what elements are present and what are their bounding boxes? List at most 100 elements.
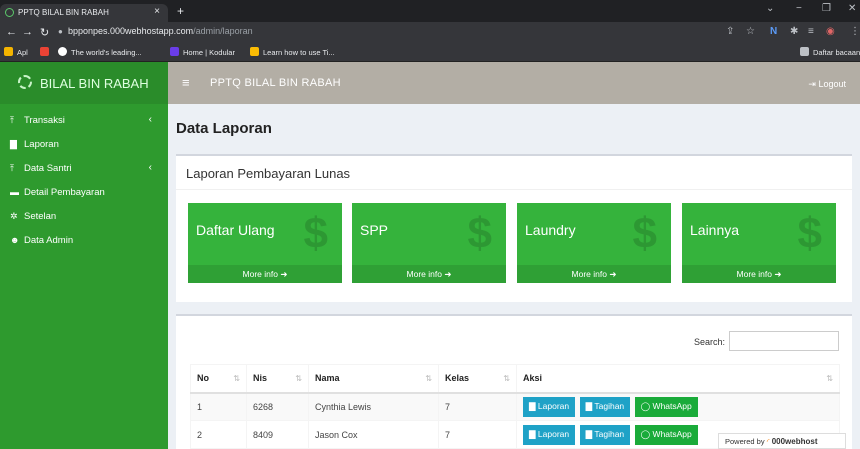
sidebar-item-detail-pembayaran[interactable]: ▬ Detail Pembayaran <box>0 182 168 206</box>
stat-card-spp: SPP $ More info ➜ <box>352 203 506 283</box>
address-bar[interactable]: ● bpponpes.000webhostapp.com/admin/lapor… <box>58 26 253 41</box>
gears-icon: ✲ <box>10 211 18 221</box>
brand-name: BILAL BIN RABAH <box>40 76 149 91</box>
column-header-no[interactable]: No ⇅ <box>190 364 247 394</box>
brand-logo-icon <box>18 75 32 89</box>
laporan-button[interactable]: ▇ Laporan <box>523 396 576 417</box>
back-arrow-icon[interactable]: ← <box>6 26 17 38</box>
github-icon <box>58 47 67 56</box>
more-info-link[interactable]: More info ➜ <box>682 265 836 283</box>
tab-title: PPTQ BILAL BIN RABAH <box>18 8 109 17</box>
bookmarks-bar: Apl The world's leading... Home | Kodula… <box>0 45 860 62</box>
dollar-icon: $ <box>467 209 492 258</box>
sidebar-item-label: Laporan <box>24 139 59 150</box>
cell-nis: 6268 <box>246 392 309 421</box>
cell-nama: Jason Cox <box>308 420 439 449</box>
report-summary-box: Laporan Pembayaran Lunas Daftar Ulang $ … <box>176 154 852 302</box>
sidebar-item-data-admin[interactable]: ☻ Data Admin <box>0 230 168 254</box>
bookmark-reading-list[interactable]: Daftar bacaan <box>800 47 860 57</box>
card-icon: ▬ <box>10 187 19 197</box>
cell-nis: 8409 <box>246 420 309 449</box>
upload-icon: ⤒ <box>10 115 14 125</box>
minimize-icon[interactable]: − <box>796 3 802 14</box>
bookmark-learn[interactable]: Learn how to use Ti... <box>250 47 335 57</box>
brand[interactable]: BILAL BIN RABAH <box>0 62 168 104</box>
browser-tab[interactable]: PPTQ BILAL BIN RABAH × <box>0 4 168 22</box>
reading-list-icon[interactable]: ≡ <box>808 26 814 37</box>
tagihan-button[interactable]: ▇ Tagihan <box>579 424 631 445</box>
maximize-icon[interactable]: ❐ <box>822 3 831 14</box>
dollar-icon: $ <box>632 209 657 258</box>
reload-icon[interactable]: ↻ <box>40 26 49 39</box>
dollar-icon: $ <box>303 209 328 258</box>
stat-label: Daftar Ulang <box>196 222 275 238</box>
chevron-left-icon: ‹ <box>148 162 152 173</box>
column-header-aksi[interactable]: Aksi ⇅ <box>516 364 840 394</box>
sidebar: BILAL BIN RABAH ⤒ Transaksi ‹ ▇ Laporan … <box>0 62 168 449</box>
search-input[interactable] <box>729 331 839 351</box>
file-icon: ▇ <box>529 428 538 439</box>
column-header-kelas[interactable]: Kelas ⇅ <box>438 364 517 394</box>
laporan-button[interactable]: ▇ Laporan <box>523 424 576 445</box>
menu-toggle-icon[interactable]: ≡ <box>182 75 190 90</box>
table-header-row: No ⇅ Nis ⇅ Nama ⇅ Kelas ⇅ Aksi ⇅ <box>190 364 840 394</box>
file-icon: ▇ <box>529 400 538 411</box>
upload-icon: ⤒ <box>10 163 14 173</box>
page-title: Data Laporan <box>176 120 272 137</box>
more-info-link[interactable]: More info ➜ <box>517 265 671 283</box>
bookmark-kodular[interactable]: Home | Kodular <box>170 47 235 57</box>
dollar-icon: $ <box>797 209 822 258</box>
url-path: /admin/laporan <box>193 26 253 36</box>
apps-grid-icon <box>4 47 13 56</box>
more-info-link[interactable]: More info ➜ <box>188 265 342 283</box>
cell-nama: Cynthia Lewis <box>308 392 439 421</box>
whatsapp-button[interactable]: ◯ WhatsApp <box>634 424 698 445</box>
reading-list-icon <box>800 47 809 56</box>
powered-by-badge[interactable]: Powered by ◜ 000webhost <box>718 433 846 449</box>
tagihan-button[interactable]: ▇ Tagihan <box>579 396 631 417</box>
sidebar-item-label: Data Admin <box>24 235 74 246</box>
window-close-icon[interactable]: ✕ <box>848 3 856 14</box>
extensions-icon[interactable]: ✱ <box>790 26 798 37</box>
bookmark-apps[interactable]: Apl <box>4 47 28 57</box>
tab-search-icon[interactable]: ⌄ <box>766 3 774 14</box>
arrow-circle-right-icon: ➜ <box>609 269 617 279</box>
browser-menu-icon[interactable]: ⋮ <box>850 26 860 37</box>
sort-icon: ⇅ <box>233 374 240 383</box>
column-header-nama[interactable]: Nama ⇅ <box>308 364 439 394</box>
more-info-link[interactable]: More info ➜ <box>352 265 506 283</box>
share-icon[interactable]: ⇪ <box>726 26 734 37</box>
logout-button[interactable]: ⇥ Logout <box>808 79 846 90</box>
bookmark-star-icon[interactable]: ☆ <box>746 26 755 37</box>
cell-kelas: 7 <box>438 392 517 421</box>
table-row: 1 6268 Cynthia Lewis 7 ▇ Laporan ▇ Tagih… <box>190 392 840 421</box>
forward-arrow-icon[interactable]: → <box>22 26 33 38</box>
bookmark-github[interactable]: The world's leading... <box>58 47 142 57</box>
browser-tab-bar: PPTQ BILAL BIN RABAH × + ⌄ − ❐ ✕ <box>0 0 860 22</box>
box-title: Laporan Pembayaran Lunas <box>186 166 351 181</box>
sidebar-item-data-santri[interactable]: ⤒ Data Santri ‹ <box>0 158 168 182</box>
arrow-circle-right-icon: ➜ <box>280 269 288 279</box>
sort-icon: ⇅ <box>425 374 432 383</box>
stat-card-laundry: Laundry $ More info ➜ <box>517 203 671 283</box>
tab-close-icon[interactable]: × <box>154 6 160 17</box>
extension-n-icon[interactable]: N <box>770 26 777 37</box>
sidebar-item-transaksi[interactable]: ⤒ Transaksi ‹ <box>0 110 168 134</box>
arrow-circle-right-icon: ➜ <box>444 269 452 279</box>
stat-card-lainnya: Lainnya $ More info ➜ <box>682 203 836 283</box>
users-icon: ☻ <box>10 235 20 245</box>
whatsapp-button[interactable]: ◯ WhatsApp <box>634 396 698 417</box>
column-header-nis[interactable]: Nis ⇅ <box>246 364 309 394</box>
sidebar-item-setelan[interactable]: ✲ Setelan <box>0 206 168 230</box>
profile-avatar-icon[interactable]: ◉ <box>826 26 835 37</box>
sidebar-item-label: Transaksi <box>24 115 65 126</box>
sort-icon: ⇅ <box>295 374 302 383</box>
report-table-box: Search: No ⇅ Nis ⇅ Nama ⇅ Kelas ⇅ Aksi ⇅ 1 62… <box>176 314 852 449</box>
stat-label: Lainnya <box>690 222 740 238</box>
red-site-icon <box>40 47 49 56</box>
bookmark-red[interactable] <box>40 47 53 57</box>
main-content: Data Laporan Laporan Pembayaran Lunas Da… <box>168 104 860 449</box>
file-icon: ▇ <box>10 139 17 149</box>
new-tab-button[interactable]: + <box>177 4 184 18</box>
sidebar-item-laporan[interactable]: ▇ Laporan <box>0 134 168 158</box>
